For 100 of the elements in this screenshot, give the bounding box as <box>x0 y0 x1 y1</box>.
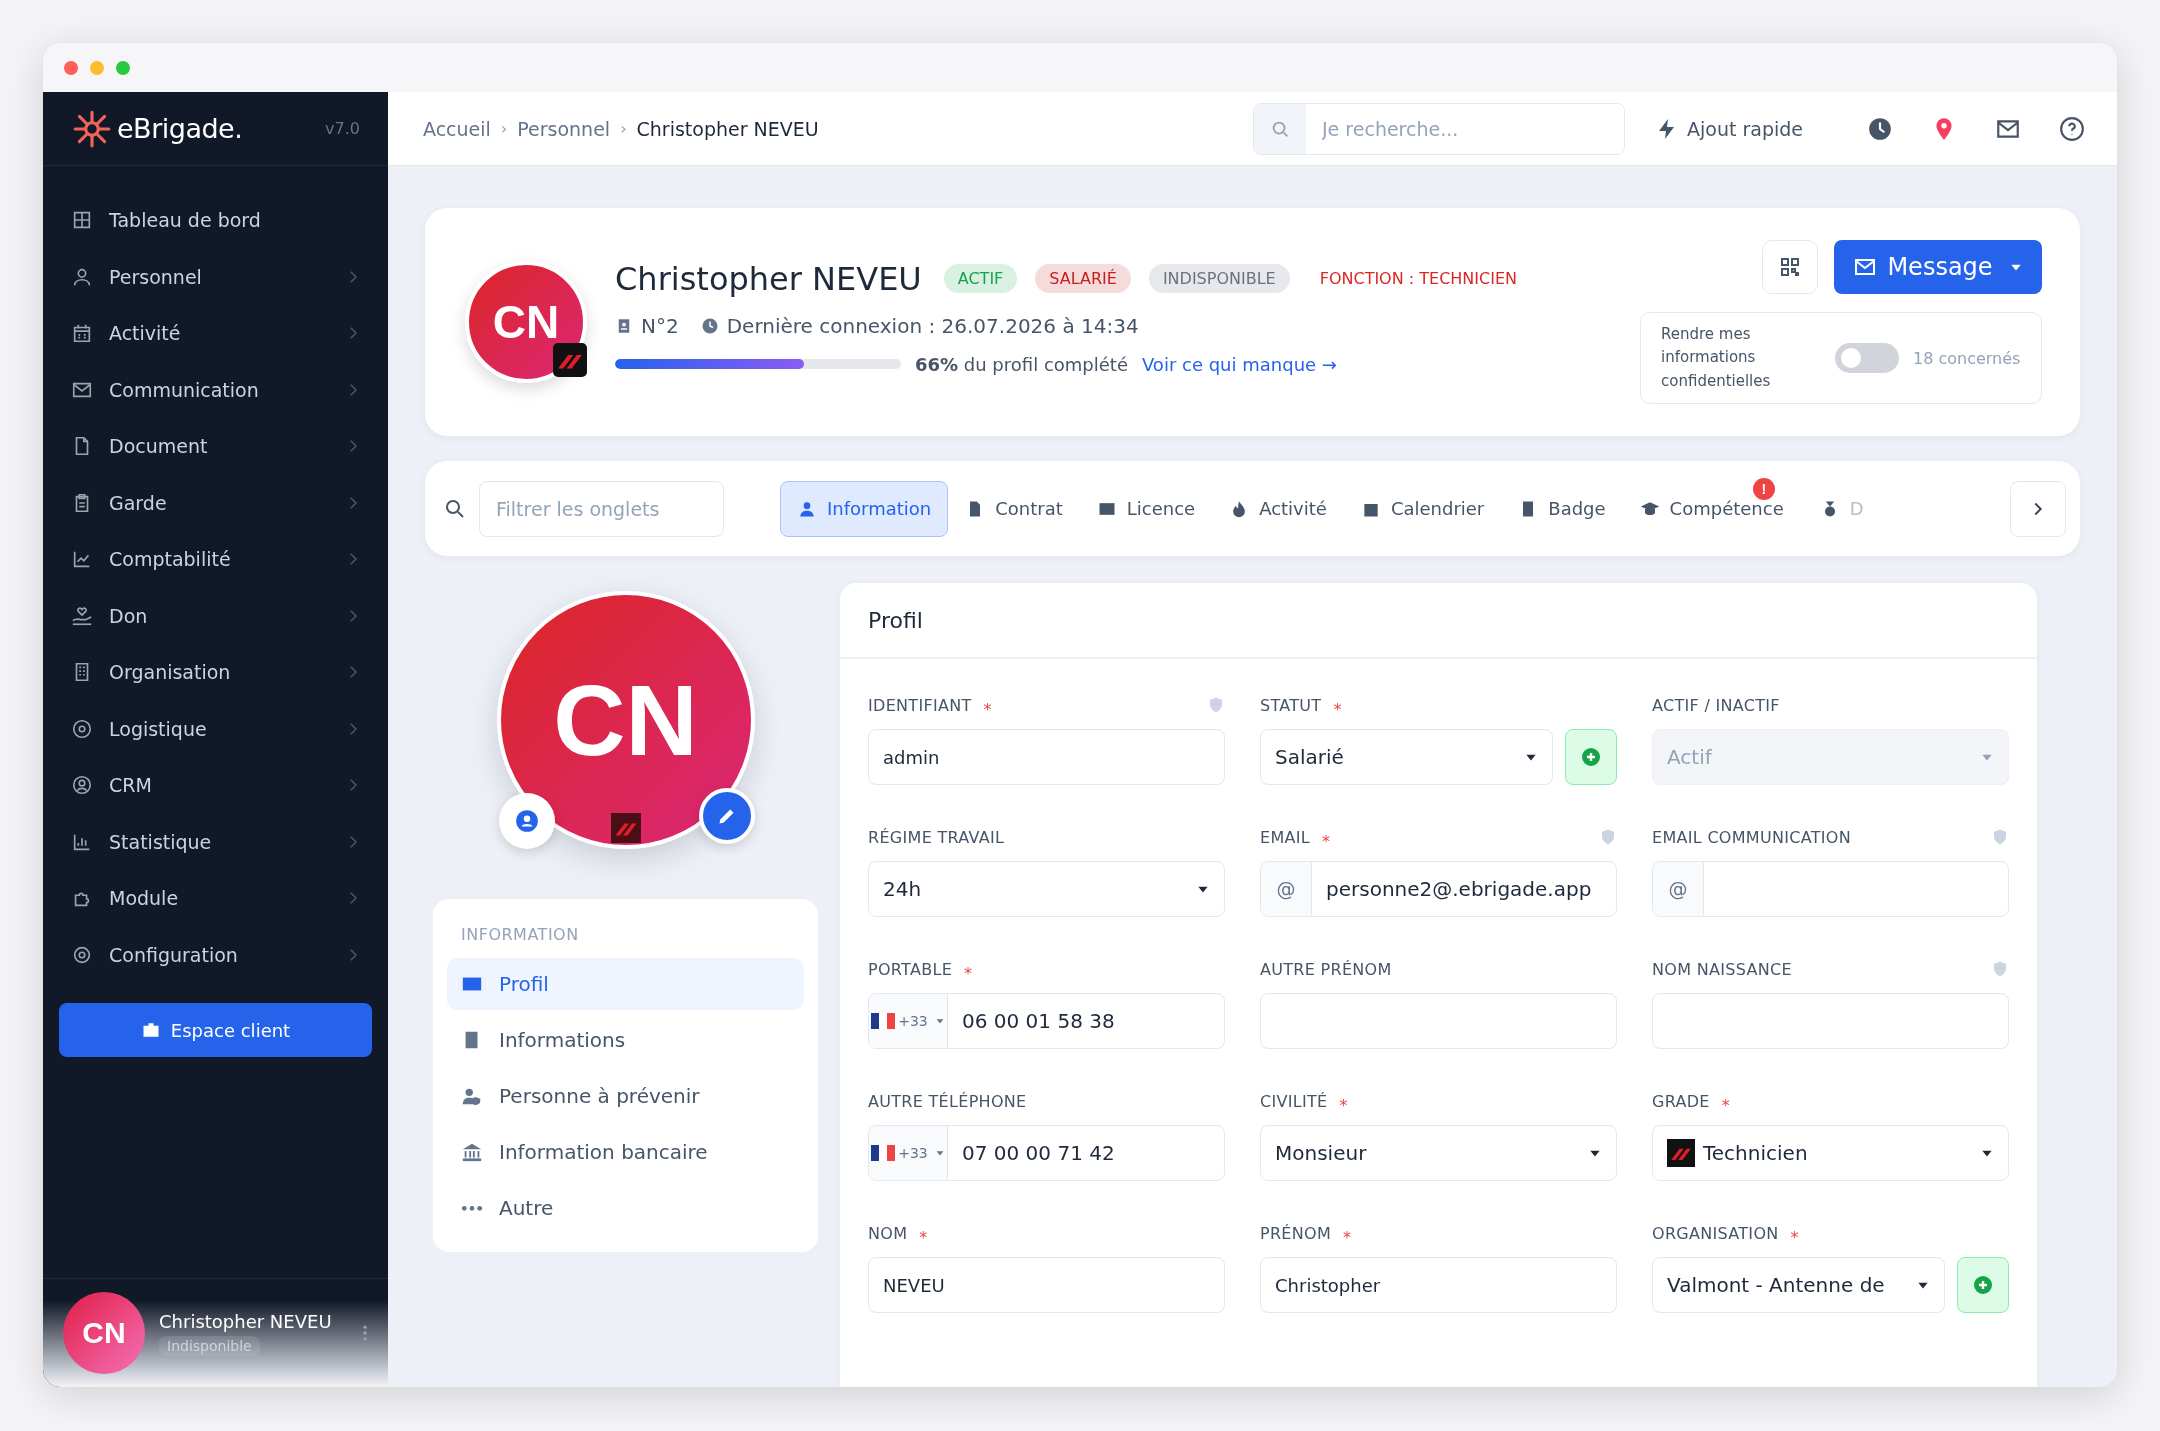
select-field[interactable]: Valmont - Antenne de <box>1652 1257 1945 1313</box>
menu-item-icon <box>71 717 93 740</box>
nav-item[interactable]: Profil <box>447 958 804 1010</box>
text-field[interactable] <box>1260 993 1617 1049</box>
text-field[interactable] <box>1652 993 2009 1049</box>
sidebar-item[interactable]: Comptabilité <box>43 531 388 588</box>
field-label: PRÉNOM <box>1260 1223 1332 1243</box>
tab[interactable]: Calendrier <box>1343 480 1502 537</box>
message-button[interactable]: Message <box>1834 240 2042 294</box>
phone-field[interactable]: +33 06 00 01 58 38 <box>868 993 1225 1049</box>
profile-name: Christopher NEVEU <box>615 259 922 298</box>
breadcrumb-link[interactable]: Personnel <box>517 117 611 140</box>
client-space-button[interactable]: Espace client <box>59 1003 372 1057</box>
field-label: ORGANISATION <box>1652 1223 1779 1243</box>
sidebar-item[interactable]: Communication <box>43 361 388 418</box>
field-label: PORTABLE <box>868 959 953 979</box>
required-marker: * <box>1339 1095 1348 1115</box>
required-marker: * <box>1790 1227 1799 1247</box>
sidebar-item[interactable]: Document <box>43 418 388 475</box>
missing-info-link[interactable]: Voir ce qui manque → <box>1141 353 1337 375</box>
country-code-selector[interactable]: +33 <box>869 1126 948 1180</box>
status-tag: ACTIF <box>943 264 1018 293</box>
required-marker: * <box>1343 1227 1352 1247</box>
phone-field[interactable]: +33 07 00 00 71 42 <box>868 1125 1225 1181</box>
confidential-label: Rendre mes informations confidentielles <box>1661 324 1772 392</box>
select-field[interactable]: Salarié <box>1260 729 1553 785</box>
sidebar-item[interactable]: Organisation <box>43 644 388 701</box>
sidebar-item[interactable]: Logistique <box>43 700 388 757</box>
sidebar-item[interactable]: Don <box>43 587 388 644</box>
at-prefix: @ <box>1261 862 1312 916</box>
qr-code-icon <box>1778 255 1802 279</box>
tab-filter-field[interactable]: Filtrer les onglets <box>479 480 724 537</box>
select-field[interactable]: Monsieur <box>1260 1125 1617 1181</box>
sidebar-item[interactable]: Tableau de bord <box>43 192 388 249</box>
tab[interactable]: Contrat <box>948 480 1080 537</box>
clock-icon <box>700 316 719 335</box>
flag-icon <box>871 1013 896 1029</box>
user-name: Christopher NEVEU <box>159 1310 332 1332</box>
field-label: EMAIL <box>1260 827 1310 847</box>
tab[interactable]: Badge <box>1501 480 1623 537</box>
sidebar-item[interactable]: CRM <box>43 757 388 814</box>
grade-icon <box>1667 1139 1695 1167</box>
caret-icon <box>934 1016 945 1026</box>
edit-photo-button[interactable] <box>698 788 755 844</box>
caret-icon <box>934 1148 945 1158</box>
field-label: AUTRE TÉLÉPHONE <box>868 1091 1027 1111</box>
member-number: N°2 <box>641 313 679 338</box>
tab[interactable]: Information <box>780 480 949 537</box>
sidebar-item[interactable]: Activité <box>43 305 388 362</box>
status-tag: SALARIÉ <box>1035 264 1131 293</box>
sidebar-item[interactable]: Module <box>43 870 388 927</box>
add-button[interactable] <box>1957 1257 2009 1313</box>
quick-add-button[interactable]: Ajout rapide <box>1649 115 1809 142</box>
select-field[interactable]: Technicien <box>1652 1125 2009 1181</box>
sidebar-item[interactable]: Configuration <box>43 926 388 983</box>
nav-item[interactable]: Personne à prévenir <box>447 1070 804 1122</box>
required-marker: * <box>919 1227 928 1247</box>
add-button[interactable] <box>1565 729 1617 785</box>
nav-item-icon <box>461 1141 483 1163</box>
function-label: FONCTION : TECHNICIEN <box>1319 269 1517 288</box>
nav-item[interactable]: Informations <box>447 1014 804 1066</box>
tab[interactable]: Licence <box>1079 480 1213 537</box>
menu-item-icon <box>71 604 93 627</box>
confidential-toggle[interactable] <box>1835 343 1899 373</box>
grade-icon <box>610 813 641 843</box>
text-field[interactable]: admin <box>868 729 1225 785</box>
plus-icon <box>1971 1273 1995 1297</box>
help-icon[interactable] <box>2059 115 2085 142</box>
nav-item-icon <box>461 1204 483 1212</box>
plus-icon <box>1579 745 1603 769</box>
more-icon[interactable] <box>362 1323 368 1343</box>
clock-icon[interactable] <box>1867 115 1893 142</box>
email-field[interactable]: @ personne2@.ebrigade.app <box>1260 861 1617 917</box>
menu-item-icon <box>71 322 93 345</box>
close-window-icon[interactable] <box>64 60 78 75</box>
breadcrumb-separator: › <box>620 119 627 138</box>
email-field[interactable]: @ <box>1652 861 2009 917</box>
breadcrumb-link[interactable]: Accueil <box>423 117 491 140</box>
avatar-user-button[interactable] <box>498 793 555 849</box>
alert-badge: ! <box>1752 477 1775 500</box>
grade-icon <box>553 343 587 377</box>
select-field[interactable]: 24h <box>868 861 1225 917</box>
version-label: v7.0 <box>325 119 360 138</box>
required-marker: * <box>983 699 992 719</box>
text-field[interactable]: NEVEU <box>868 1257 1225 1313</box>
menu-item-icon <box>71 774 93 797</box>
maximize-window-icon[interactable] <box>116 60 130 75</box>
section-heading: INFORMATION <box>460 924 580 946</box>
form-title: Profil <box>840 583 2037 659</box>
required-marker: * <box>1333 699 1342 719</box>
user-icon <box>513 808 540 834</box>
qr-code-button[interactable] <box>1762 240 1818 294</box>
country-code-selector[interactable]: +33 <box>869 994 948 1048</box>
nav-item[interactable]: Autre <box>447 1182 804 1234</box>
sidebar-item[interactable]: Personnel <box>43 248 388 305</box>
text-field[interactable]: Christopher <box>1260 1257 1617 1313</box>
sidebar-item[interactable]: Garde <box>43 474 388 531</box>
nav-item[interactable]: Information bancaire <box>447 1126 804 1178</box>
tab[interactable]: Activité <box>1212 480 1344 537</box>
sidebar-item[interactable]: Statistique <box>43 813 388 870</box>
